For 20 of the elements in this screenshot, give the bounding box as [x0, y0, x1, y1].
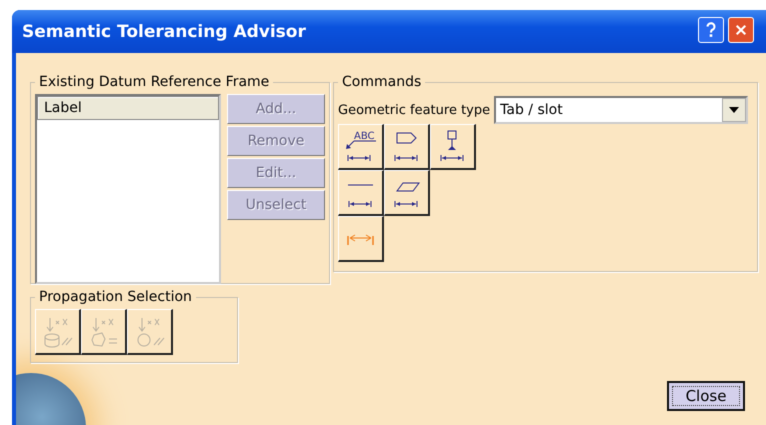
tool-button[interactable]: [338, 170, 384, 216]
dropdown-arrow-icon: [729, 107, 740, 113]
tool-button[interactable]: [430, 124, 476, 170]
group-title: Existing Datum Reference Frame: [38, 74, 270, 90]
tool-button[interactable]: [384, 124, 430, 170]
close-button[interactable]: Close: [667, 381, 745, 411]
help-icon: [705, 21, 717, 39]
group-title: Commands: [341, 74, 422, 90]
datum-list[interactable]: Label: [35, 94, 221, 284]
close-icon: [735, 23, 747, 37]
tool-button[interactable]: [384, 170, 430, 216]
window-close-button[interactable]: [728, 17, 754, 43]
help-button[interactable]: [698, 17, 724, 43]
field-label: Geometric feature type: [338, 102, 490, 118]
window-title: Semantic Tolerancing Advisor: [12, 10, 766, 53]
feature-type-dropdown[interactable]: Tab / slot: [494, 96, 748, 124]
tool-button[interactable]: ABC: [338, 124, 384, 170]
tool-button[interactable]: [338, 216, 384, 262]
group-title: Propagation Selection: [38, 289, 193, 305]
column-header: Label: [37, 96, 219, 120]
